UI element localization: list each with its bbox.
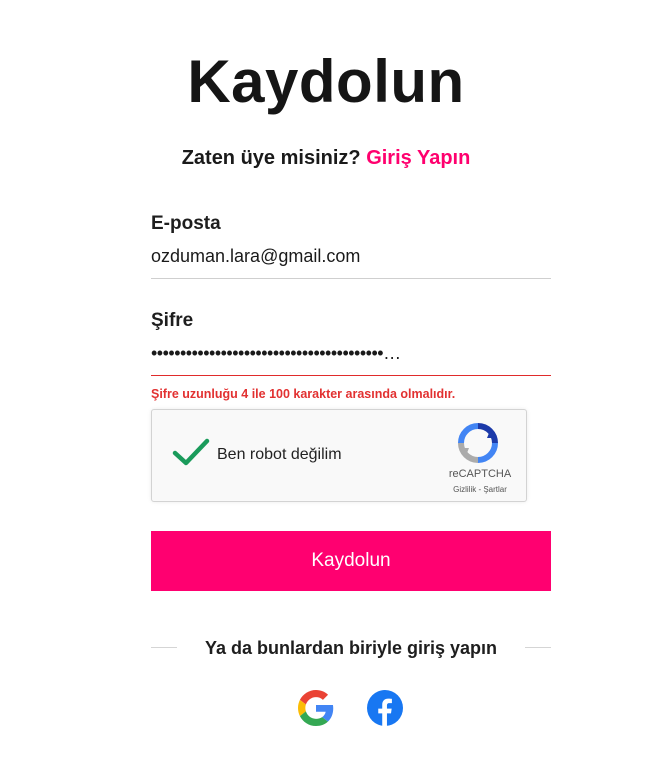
recaptcha-widget: Ben robot değilim reCAPTCHA Gizlilik - Ş… bbox=[151, 409, 527, 502]
recaptcha-links: Gizlilik - Şartlar bbox=[432, 485, 528, 494]
signup-button[interactable]: Kaydolun bbox=[151, 531, 551, 591]
login-link[interactable]: Giriş Yapın bbox=[366, 147, 470, 169]
google-icon[interactable] bbox=[298, 690, 334, 726]
password-label: Şifre bbox=[151, 310, 194, 331]
divider-line-right bbox=[525, 647, 551, 648]
social-divider: Ya da bunlardan biriyle giriş yapın bbox=[151, 636, 551, 660]
social-divider-text: Ya da bunlardan biriyle giriş yapın bbox=[204, 638, 498, 658]
recaptcha-brand: reCAPTCHA bbox=[448, 468, 512, 480]
recaptcha-terms-link[interactable]: Şartlar bbox=[483, 485, 507, 494]
email-field[interactable]: ozduman.lara@gmail.com bbox=[151, 244, 551, 279]
already-member-text: Zaten üye misiniz? bbox=[181, 147, 361, 169]
email-field-group: E-posta ozduman.lara@gmail.com bbox=[151, 212, 551, 279]
password-field[interactable]: ••••••••••••••••••••••••••••••••••••••••… bbox=[151, 341, 551, 376]
login-prompt: Zaten üye misiniz? Giriş Yapın bbox=[0, 144, 652, 172]
page-title: Kaydolun bbox=[187, 48, 465, 115]
recaptcha-logo-icon bbox=[458, 423, 498, 463]
checkmark-icon[interactable] bbox=[172, 438, 210, 468]
recaptcha-label: Ben robot değilim bbox=[217, 446, 342, 463]
password-field-group: Şifre ••••••••••••••••••••••••••••••••••… bbox=[151, 309, 551, 376]
recaptcha-privacy-link[interactable]: Gizlilik bbox=[453, 485, 476, 494]
facebook-icon[interactable] bbox=[367, 690, 403, 726]
email-label: E-posta bbox=[151, 213, 221, 234]
password-error-message: Şifre uzunluğu 4 ile 100 karakter arasın… bbox=[151, 387, 456, 401]
